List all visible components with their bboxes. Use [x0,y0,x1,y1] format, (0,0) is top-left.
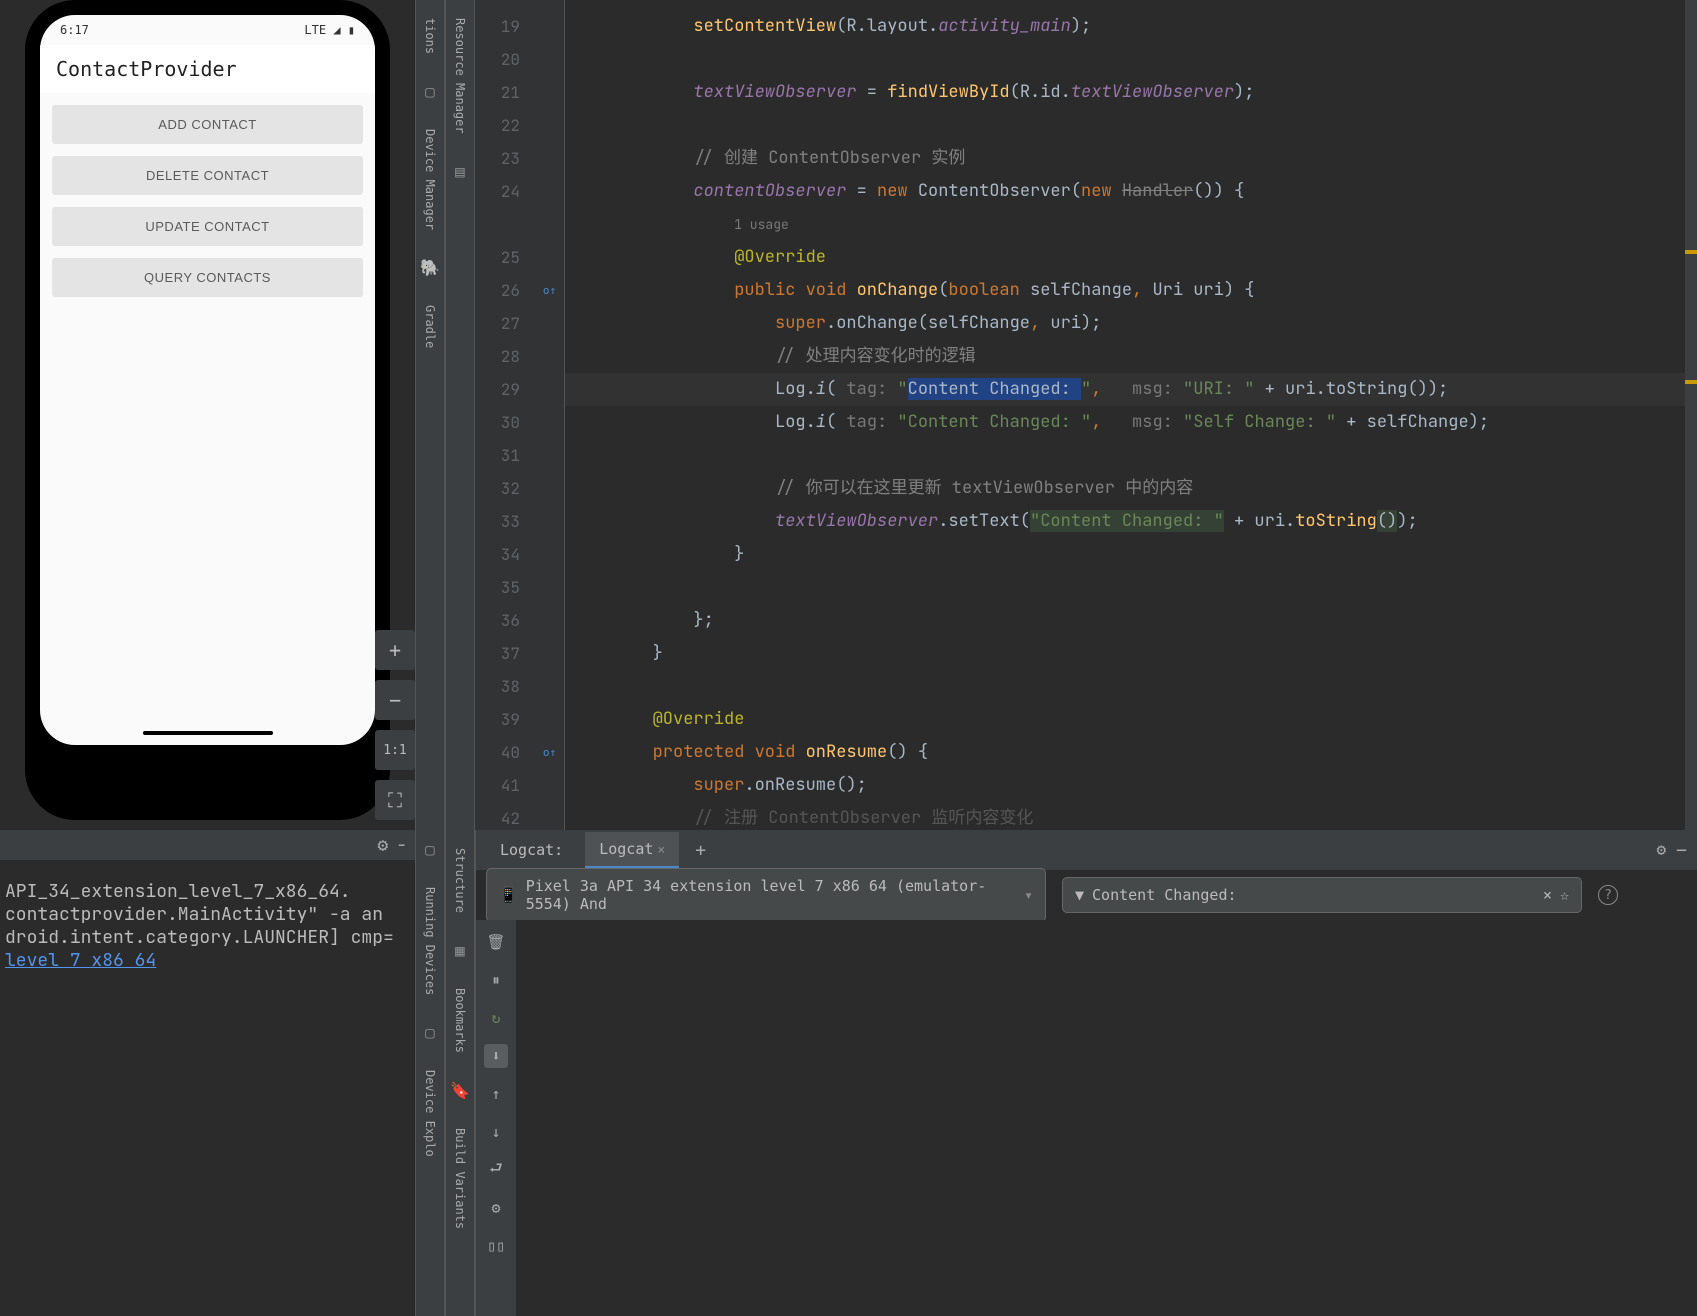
query-contacts-button[interactable]: QUERY CONTACTS [52,258,363,297]
rail-device-manager[interactable]: Device Manager [423,121,437,238]
warning-mark[interactable] [1685,380,1697,384]
device-name: Pixel 3a API 34 extension level 7 x86 64… [526,877,1016,913]
settings-icon[interactable]: ⚙ [484,1196,508,1220]
close-icon[interactable]: × [657,843,665,858]
add-contact-button[interactable]: ADD CONTACT [52,105,363,144]
split-icon[interactable]: ▯▯ [484,1234,508,1258]
device-explorer-icon[interactable]: ▢ [425,1023,435,1042]
minimize-icon[interactable]: − [1676,840,1687,861]
status-time: 6:17 [60,23,89,37]
gear-icon[interactable]: ⚙ [377,834,388,857]
terminal-panel[interactable]: ⚙ − API_34_extension_level_7_x86_64. con… [0,830,415,1316]
logcat-output[interactable] [516,920,1697,1316]
filter-icon: ▼ [1075,886,1084,904]
help-icon[interactable]: ? [1598,885,1618,905]
term-line: droid.intent.category.LAUNCHER] cmp= [5,926,410,949]
rail-device-explorer[interactable]: Device Explo [423,1062,437,1165]
logcat-sidebar: 🗑 ⏸ ↻ ⬇ ↑ ↓ ⮐ ⚙ ▯▯ [476,920,516,1316]
editor-scrollbar[interactable] [1685,0,1697,830]
bookmark-icon[interactable]: 🔖 [450,1081,470,1100]
chevron-down-icon: ▾ [1024,886,1033,904]
logcat-tab-active[interactable]: Logcat× [585,832,679,868]
logcat-tab-label[interactable]: Logcat: [486,833,577,867]
phone-icon: 📱 [499,886,518,904]
phone-screen[interactable]: 6:17 LTE ◢ ▮ ContactProvider ADD CONTACT… [40,15,375,745]
rail-structure[interactable]: Structure [453,840,467,921]
status-network: LTE ◢ ▮ [304,23,355,37]
wrap-icon[interactable]: ⮐ [484,1158,508,1182]
layers-icon[interactable]: ▤ [455,162,465,181]
app-title: ContactProvider [40,45,375,93]
logcat-tabs: Logcat: Logcat× + ⚙ − [476,830,1697,870]
terminal-header: ⚙ − [0,830,415,860]
update-contact-button[interactable]: UPDATE CONTACT [52,207,363,246]
filter-text: Content Changed: [1092,886,1237,904]
status-bar: 6:17 LTE ◢ ▮ [40,15,375,45]
phone-frame: 6:17 LTE ◢ ▮ ContactProvider ADD CONTACT… [25,0,390,820]
emulator-controls: + − 1:1 ⛶ [375,630,415,820]
rail-notifications[interactable]: tions [423,10,437,62]
zoom-out-button[interactable]: − [375,680,415,720]
code-editor[interactable]: 1920212223242526272829303132333435363738… [475,0,1697,830]
logcat-panel: Logcat: Logcat× + ⚙ − 📱 Pixel 3a API 34 … [475,830,1697,1316]
logcat-body: 🗑 ⏸ ↻ ⬇ ↑ ↓ ⮐ ⚙ ▯▯ [476,920,1697,1316]
restart-icon[interactable]: ↻ [484,1006,508,1030]
device-manager-icon[interactable]: ▢ [425,82,435,101]
rail-running-devices[interactable]: Running Devices [423,879,437,1003]
prev-icon[interactable]: ↑ [484,1082,508,1106]
home-indicator[interactable] [143,731,273,735]
side-rail-4: Structure ▦ Bookmarks 🔖 Build Variants [445,830,475,1316]
clear-icon[interactable]: × [1543,886,1552,904]
term-line: API_34_extension_level_7_x86_64. [5,880,410,903]
terminal-link[interactable]: level 7 x86 64 [5,949,156,972]
logcat-toolbar: 📱 Pixel 3a API 34 extension level 7 x86 … [476,870,1697,920]
delete-contact-button[interactable]: DELETE CONTACT [52,156,363,195]
side-rail-1: tions ▢ Device Manager 🐘 Gradle [415,0,445,830]
line-gutter[interactable]: 1920212223242526272829303132333435363738… [475,0,535,830]
rail-bookmarks[interactable]: Bookmarks [453,980,467,1061]
running-devices-icon[interactable]: ▢ [425,840,435,859]
gutter-marks[interactable]: o↑o↑ [535,0,565,830]
zoom-fit-button[interactable]: 1:1 [375,730,415,770]
code-content[interactable]: setContentView(R.layout.activity_main); … [565,0,1697,830]
device-selector[interactable]: 📱 Pixel 3a API 34 extension level 7 x86 … [486,868,1046,922]
rail-gradle[interactable]: Gradle [423,297,437,356]
gradle-icon[interactable]: 🐘 [420,258,440,277]
pause-icon[interactable]: ⏸ [484,968,508,992]
minimize-icon[interactable]: − [396,834,407,857]
star-icon[interactable]: ☆ [1560,886,1569,904]
gear-icon[interactable]: ⚙ [1657,840,1667,861]
app-buttons: ADD CONTACT DELETE CONTACT UPDATE CONTAC… [40,93,375,309]
scroll-end-icon[interactable]: ⬇ [484,1044,508,1068]
trash-icon[interactable]: 🗑 [484,930,508,954]
filter-input[interactable]: ▼ Content Changed: × ☆ [1062,877,1582,913]
term-line: contactprovider.MainActivity" -a an [5,903,410,926]
term-line: level 7 x86 64 [5,949,410,972]
rail-resource-manager[interactable]: Resource Manager [453,10,467,142]
side-rail-2: Resource Manager ▤ [445,0,475,830]
next-icon[interactable]: ↓ [484,1120,508,1144]
warning-mark[interactable] [1685,250,1697,254]
structure-icon[interactable]: ▦ [455,941,465,960]
rail-build-variants[interactable]: Build Variants [453,1120,467,1237]
expand-button[interactable]: ⛶ [375,780,415,820]
add-tab-button[interactable]: + [687,840,714,861]
side-rail-3: ▢ Running Devices ▢ Device Explo [415,830,445,1316]
emulator-panel: 6:17 LTE ◢ ▮ ContactProvider ADD CONTACT… [0,0,415,830]
zoom-in-button[interactable]: + [375,630,415,670]
